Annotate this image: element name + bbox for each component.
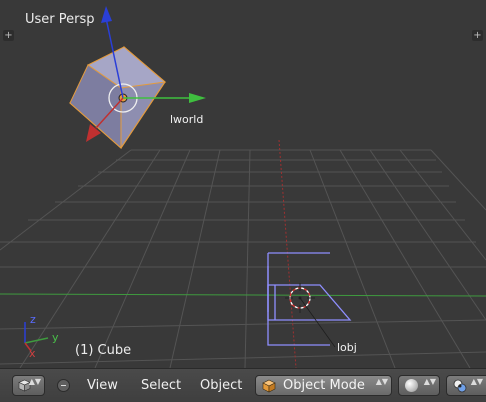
active-object-label: (1) Cube: [75, 343, 132, 358]
gizmo-z-label: z: [30, 313, 36, 326]
properties-region-toggle-button[interactable]: +: [472, 30, 483, 41]
pivot-point-button[interactable]: ▲▼: [446, 375, 486, 396]
menu-select[interactable]: Select: [141, 378, 181, 393]
3d-viewport[interactable]: z y x User Persp lworld lobj (1) Cube + …: [0, 0, 486, 368]
z-arrow-head[interactable]: [101, 6, 112, 23]
gizmo-y-label: y: [52, 331, 59, 344]
object-name-lworld: lworld: [170, 113, 204, 126]
object-name-lobj: lobj: [337, 341, 357, 354]
y-arrow-head[interactable]: [189, 93, 206, 103]
floor-grid: [0, 149, 486, 368]
collapse-menu-icon[interactable]: [57, 379, 70, 392]
viewport-shading-button[interactable]: ▲▼: [398, 375, 440, 396]
menu-object[interactable]: Object: [200, 378, 242, 393]
x-axis-line: [0, 293, 486, 297]
menu-view[interactable]: View: [87, 378, 118, 393]
mode-label: Object Mode: [283, 378, 365, 393]
object-mode-cube-icon: [262, 379, 276, 393]
tool-shelf-toggle-button[interactable]: +: [3, 30, 14, 41]
axis-orientation-gizmo: z y x: [24, 313, 59, 360]
mode-spinner: ▲▼: [375, 377, 388, 386]
pivot-spinner: ▲▼: [470, 377, 483, 386]
gizmo-x-label: x: [29, 347, 36, 360]
viewport-shading-sphere-icon: [405, 379, 418, 392]
shading-spinner: ▲▼: [423, 377, 436, 386]
viewport-scene[interactable]: z y x: [0, 0, 486, 368]
view-perspective-label: User Persp: [25, 12, 95, 27]
interaction-mode-select[interactable]: Object Mode ▲▼: [255, 375, 392, 396]
3d-view-header: ▲▼ View Select Object Object Mode ▲▼ ▲▼ …: [0, 368, 486, 402]
editor-type-button[interactable]: ▲▼: [12, 375, 45, 396]
y-axis-line: [278, 139, 297, 368]
pivot-point-icon: [453, 379, 467, 393]
editor-type-spinner: ▲▼: [28, 377, 41, 386]
